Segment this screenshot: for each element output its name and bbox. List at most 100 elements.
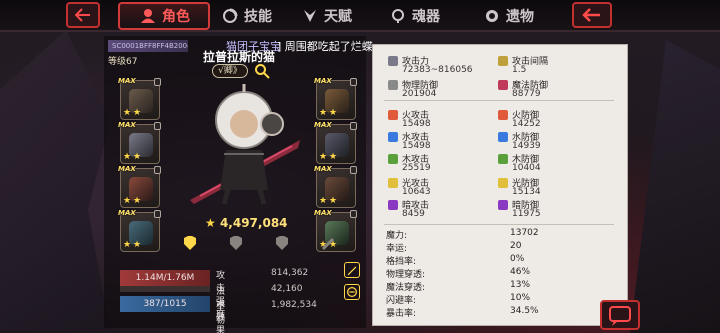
star-icon: ★ — [205, 216, 216, 230]
skill-icon — [223, 8, 238, 23]
star-icon: ★ — [319, 108, 328, 118]
equipment-slot-ring-1[interactable]: MAX ★ ★ — [314, 77, 357, 120]
stat-label: 魔力: — [386, 231, 408, 241]
star-icon: ★ — [319, 196, 328, 206]
star-icon: ★ — [133, 240, 142, 250]
return-button[interactable] — [572, 2, 612, 28]
relic-icon — [486, 10, 498, 22]
wood-defense-icon — [498, 154, 508, 164]
star-icon: ★ — [329, 196, 338, 206]
stat-value: 13% — [510, 280, 531, 290]
tab-character-label: 角色 — [162, 9, 190, 25]
stat-label: 暴击率: — [386, 309, 417, 319]
tab-relic-label: 遗物 — [506, 9, 534, 25]
tab-relic[interactable]: 遗物 — [484, 4, 534, 28]
combat-power-value: 4,497,084 — [219, 216, 288, 230]
stat-value: 8459 — [402, 209, 425, 219]
stat-value: 15134 — [512, 187, 541, 197]
swap-info-icon[interactable] — [344, 284, 360, 300]
water-defense-icon — [498, 132, 508, 142]
exp-bar — [120, 286, 210, 292]
equipment-slot-armor[interactable]: MAX ★ ★ — [118, 121, 161, 164]
tab-skill[interactable]: 技能 — [222, 4, 272, 28]
costume-type-icon[interactable] — [228, 236, 244, 250]
shield-icon — [388, 80, 398, 90]
back-arrow-icon — [75, 8, 90, 22]
max-badge: MAX — [118, 77, 136, 85]
stat-value: 15498 — [402, 141, 431, 151]
top-tab-bar — [0, 0, 720, 32]
character-icon — [141, 9, 155, 23]
armor-type-icon[interactable] — [182, 236, 198, 250]
max-badge: MAX — [314, 121, 332, 129]
max-badge: MAX — [314, 77, 332, 85]
stat-value: 88779 — [512, 89, 541, 99]
star-icon: ★ — [133, 108, 142, 118]
stat-value: 15498 — [402, 119, 431, 129]
light-attack-icon — [388, 178, 398, 188]
star-icon: ★ — [133, 152, 142, 162]
tab-soul-vessel[interactable]: 魂器 — [390, 4, 440, 28]
stat-physical-penetration: 物理穿透: 46% — [386, 267, 530, 280]
star-icon: ★ — [329, 108, 338, 118]
chat-button[interactable] — [600, 300, 640, 330]
weapon-type-icon[interactable] — [320, 236, 336, 250]
rank-badge[interactable]: √卿》 — [212, 64, 248, 78]
star-icon: ★ — [123, 152, 132, 162]
inspect-search-icon[interactable] — [254, 63, 270, 79]
soul-vessel-icon — [392, 9, 404, 23]
equipment-slot-boots[interactable]: MAX ★ ★ — [118, 209, 161, 252]
divider — [384, 100, 614, 101]
stat-label: 格挡率: — [386, 257, 417, 267]
stat-value: 25519 — [402, 163, 431, 173]
max-badge: MAX — [314, 165, 332, 173]
star-icon: ★ — [329, 152, 338, 162]
star-icon: ★ — [123, 196, 132, 206]
back-button[interactable] — [66, 2, 100, 28]
star-icon: ★ — [133, 196, 142, 206]
tab-talent[interactable]: 天赋 — [302, 4, 352, 28]
sword-icon — [388, 56, 398, 66]
tab-skill-label: 技能 — [244, 9, 272, 25]
equipment-slot-ring-2[interactable]: MAX ★ ★ — [314, 121, 357, 164]
lock-icon — [154, 210, 161, 218]
player-title-strip: SC0001BFF8FF4B2004 — [108, 40, 188, 52]
lock-icon — [154, 78, 161, 86]
stat-dodge-rate: 闪避率: 10% — [386, 293, 530, 306]
stat-block-rate: 格挡率: 0% — [386, 254, 524, 267]
star-icon: ★ — [123, 240, 132, 250]
speed-icon — [498, 56, 508, 66]
tab-character[interactable]: 角色 — [140, 4, 190, 28]
stat-mana: 魔力: 13702 — [386, 228, 539, 241]
wood-attack-icon — [388, 154, 398, 164]
stat-value: 34.5% — [510, 306, 539, 316]
equipment-slot-amulet[interactable]: MAX ★ ★ — [314, 165, 357, 208]
water-attack-icon — [388, 132, 398, 142]
player-level: 等级67 — [108, 57, 138, 67]
talent-icon — [304, 10, 316, 22]
fire-attack-icon — [388, 110, 398, 120]
accessory-type-icon[interactable] — [274, 236, 290, 250]
return-arrow-icon — [582, 8, 600, 22]
max-badge: MAX — [314, 209, 332, 217]
stat-luck: 幸运: 20 — [386, 241, 521, 254]
stat-value: 13702 — [510, 228, 539, 238]
sword-info-icon[interactable] — [344, 262, 360, 278]
gear-type-icons — [182, 236, 336, 250]
divider — [384, 224, 614, 225]
light-defense-icon — [498, 178, 508, 188]
equipment-slot-gloves[interactable]: MAX ★ ★ — [118, 165, 161, 208]
star-icon: ★ — [123, 108, 132, 118]
stat-value: 1.5 — [512, 65, 527, 75]
stat-label: 坚韧 — [216, 303, 226, 326]
lock-icon — [350, 122, 357, 130]
character-avatar — [190, 84, 300, 205]
lock-icon — [154, 122, 161, 130]
stat-value: 1,982,534 — [271, 300, 317, 310]
equipment-slot-helmet[interactable]: MAX ★ ★ — [118, 77, 161, 120]
fire-defense-icon — [498, 110, 508, 120]
stat-value: 11975 — [512, 209, 541, 219]
stat-value: 42,160 — [271, 284, 303, 294]
stat-value: 14939 — [512, 141, 541, 151]
dark-defense-icon — [498, 200, 508, 210]
